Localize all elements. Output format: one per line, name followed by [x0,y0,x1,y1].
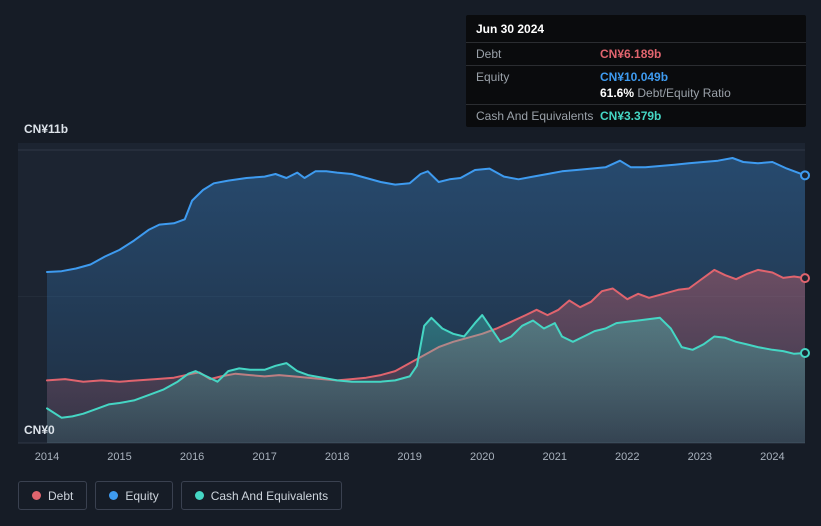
legend-label-equity: Equity [125,488,159,503]
legend-label-debt: Debt [48,488,74,503]
svg-text:2014: 2014 [35,451,59,463]
svg-text:2017: 2017 [252,451,276,463]
tooltip-cash-label: Cash And Equivalents [476,109,594,123]
svg-text:2019: 2019 [397,451,421,463]
cash-color-dot [194,491,204,500]
tooltip-row-debt: Debt CN¥6.189b [466,43,806,66]
legend-label-cash: Cash And Equivalents [210,488,329,503]
equity-color-dot [109,491,119,500]
y-axis-label-min: CN¥0 [24,423,55,437]
tooltip-row-equity: Equity CN¥10.049b 61.6% Debt/Equity Rati… [466,66,806,105]
svg-text:2021: 2021 [543,451,567,463]
svg-text:2018: 2018 [325,451,349,463]
tooltip-debt-label: Debt [476,47,502,61]
legend-item-debt[interactable]: Debt [18,481,88,510]
svg-text:2015: 2015 [107,451,131,463]
debt-equity-ratio: 61.6% Debt/Equity Ratio [600,86,731,100]
svg-text:2023: 2023 [688,451,712,463]
tooltip-date: Jun 30 2024 [466,15,806,43]
legend-item-equity[interactable]: Equity [95,481,173,510]
svg-text:2024: 2024 [760,451,784,463]
svg-text:2016: 2016 [180,451,204,463]
svg-text:2020: 2020 [470,451,494,463]
svg-text:2022: 2022 [615,451,639,463]
tooltip-cash-value: CN¥3.379b [600,109,662,123]
tooltip-debt-value: CN¥6.189b [600,47,662,61]
debt-color-dot [32,491,41,500]
y-axis-label-max: CN¥11b [24,122,69,136]
chart-tooltip: Jun 30 2024 Debt CN¥6.189b Equity CN¥10.… [466,15,806,127]
chart-legend: Debt Equity Cash And Equivalents [18,481,343,510]
tooltip-row-cash: Cash And Equivalents CN¥3.379b [466,105,806,127]
tooltip-equity-value: CN¥10.049b [600,70,669,84]
legend-item-cash[interactable]: Cash And Equivalents [180,481,343,510]
tooltip-equity-label: Equity [476,70,510,84]
debt-equity-history-chart: 2014 2015 2016 2017 2018 2019 2020 2021 2022 2023… [0,0,821,526]
